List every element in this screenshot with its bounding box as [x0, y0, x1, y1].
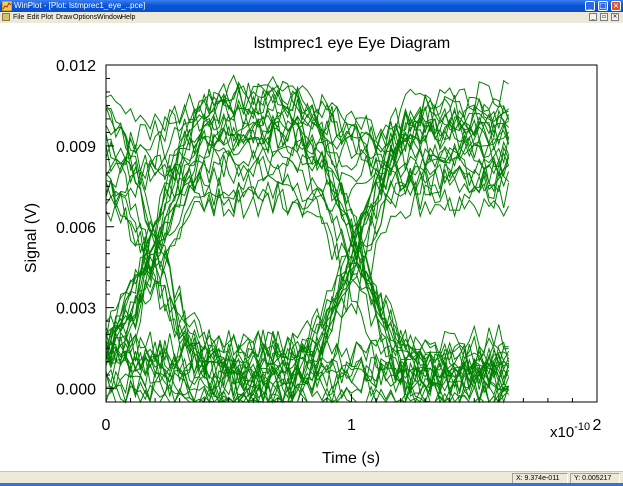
y-axis-label: Signal (V): [23, 203, 40, 273]
y-tick-label: 0.009: [56, 139, 96, 156]
y-tick-label: 0.012: [56, 58, 96, 75]
plot-area[interactable]: lstmprec1 eye Eye Diagram 0.000 0.003 0.00…: [0, 23, 623, 471]
eye-diagram-chart[interactable]: lstmprec1 eye Eye Diagram 0.0000.0030.00…: [0, 23, 623, 471]
maximize-button[interactable]: □: [598, 1, 608, 11]
mdi-close-button[interactable]: ×: [611, 13, 619, 21]
x-axis-label: Time (s): [322, 450, 380, 467]
x-axis-multiplier: x10-10: [550, 421, 590, 441]
menu-window[interactable]: Window: [97, 12, 122, 23]
document-icon[interactable]: [2, 13, 10, 21]
y-tick-labels: 0.000 0.003 0.006 0.009 0.012: [56, 58, 96, 399]
y-tick-label: 0.000: [56, 382, 96, 399]
chart-icon: [2, 1, 12, 11]
menu-draw[interactable]: Draw: [56, 12, 72, 23]
menu-plot[interactable]: Plot: [41, 12, 53, 23]
menu-options[interactable]: Options: [73, 12, 97, 23]
menu-bar: File Edit Plot Draw Options Window Help …: [0, 12, 623, 23]
minimize-button[interactable]: _: [585, 1, 595, 11]
window-title: WinPlot - [Plot: lstmprec1_eye_..pce]: [14, 1, 146, 10]
y-tick-label: 0.003: [56, 301, 96, 318]
chart-title: lstmprec1 eye Eye Diagram: [254, 35, 451, 52]
x-tick-label: 1: [347, 417, 356, 434]
mdi-restore-button[interactable]: ▫: [600, 13, 608, 21]
y-tick-label: 0.006: [56, 220, 96, 237]
close-button[interactable]: ×: [611, 1, 621, 11]
menu-help[interactable]: Help: [121, 12, 135, 23]
mdi-minimize-button[interactable]: _: [589, 13, 597, 21]
menu-file[interactable]: File: [13, 12, 24, 23]
x-tick-labels: 0 1 2: [102, 417, 602, 434]
eye-trace: [105, 89, 510, 353]
menu-edit[interactable]: Edit: [27, 12, 39, 23]
x-tick-label: 0: [102, 417, 111, 434]
title-bar: WinPlot - [Plot: lstmprec1_eye_..pce] _ …: [0, 0, 623, 12]
trace-layer: [105, 74, 510, 404]
eye-trace: [105, 107, 509, 368]
x-tick-label: 2: [593, 417, 602, 434]
